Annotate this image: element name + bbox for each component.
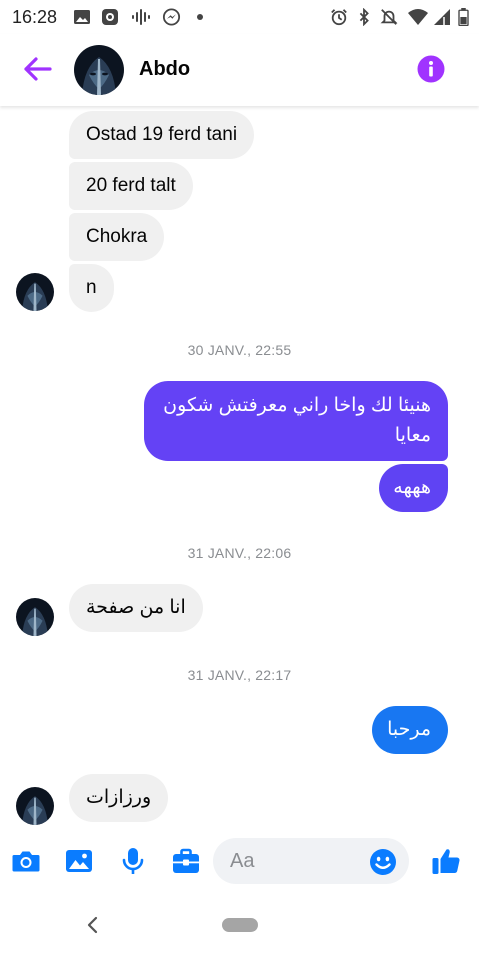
signal-icon xyxy=(434,9,450,25)
message-bubble-outgoing[interactable]: مرحبا xyxy=(372,706,448,754)
message-input-placeholder: Aa xyxy=(230,850,255,872)
image-icon xyxy=(74,10,90,24)
alarm-icon xyxy=(331,9,347,26)
nav-home-pill[interactable] xyxy=(222,918,258,932)
status-bar: 16:28 xyxy=(0,0,479,34)
wifi-icon xyxy=(408,9,428,25)
avatar-image xyxy=(16,273,54,311)
message-bubble-outgoing[interactable]: هههه xyxy=(379,464,448,512)
briefcase-icon[interactable] xyxy=(170,845,202,877)
timestamp-divider: 31 JANV., 22:17 xyxy=(187,667,292,683)
messenger-icon xyxy=(162,8,181,26)
message-bubble-outgoing[interactable]: هنيئا لك واخا راني معرفتش شكون معايا xyxy=(144,381,448,461)
message-text: n xyxy=(86,277,97,298)
system-navigation-bar xyxy=(0,896,479,959)
conversation-header: Abdo xyxy=(0,34,479,106)
message-text: 20 ferd talt xyxy=(86,175,176,196)
gallery-icon[interactable] xyxy=(63,845,95,877)
timestamp-divider: 31 JANV., 22:06 xyxy=(187,545,292,561)
message-bubble-incoming[interactable]: Ostad 19 ferd tani xyxy=(69,111,255,159)
battery-icon xyxy=(458,8,469,26)
back-arrow-icon[interactable] xyxy=(20,54,54,84)
thumbs-up-icon[interactable] xyxy=(430,845,462,877)
nav-back-icon[interactable] xyxy=(84,914,102,936)
bluetooth-icon xyxy=(359,8,369,26)
status-time: 16:28 xyxy=(12,7,58,27)
message-bubble-incoming[interactable]: n xyxy=(69,264,114,312)
camera-icon[interactable] xyxy=(10,845,42,877)
bell-off-icon xyxy=(380,9,398,25)
contact-avatar-small[interactable] xyxy=(16,787,54,825)
info-icon[interactable] xyxy=(417,55,445,83)
message-bubble-incoming[interactable]: 20 ferd talt xyxy=(69,162,193,210)
dot-icon xyxy=(197,14,203,20)
message-text: Chokra xyxy=(86,226,148,247)
message-input[interactable]: Aa xyxy=(213,838,409,884)
avatar-image xyxy=(74,45,124,95)
contact-avatar-small[interactable] xyxy=(16,273,54,311)
message-text: ورزازات xyxy=(86,787,152,808)
camera-app-icon xyxy=(102,9,118,25)
avatar-image xyxy=(16,598,54,636)
message-text-line: هنيئا لك واخا راني معرفتش شكون xyxy=(163,395,431,416)
message-composer: Aa xyxy=(0,826,479,896)
avatar-image xyxy=(16,787,54,825)
contact-avatar-small[interactable] xyxy=(16,598,54,636)
message-text: انا من صفحة xyxy=(86,597,186,618)
message-list[interactable]: Ostad 19 ferd tani 20 ferd talt Chokra n… xyxy=(0,106,479,826)
message-bubble-incoming[interactable]: انا من صفحة xyxy=(69,584,203,632)
microphone-icon[interactable] xyxy=(117,845,149,877)
contact-name[interactable]: Abdo xyxy=(139,58,190,81)
emoji-icon[interactable] xyxy=(369,848,397,876)
message-text: مرحبا xyxy=(387,719,431,740)
audio-wave-icon xyxy=(132,9,150,25)
message-bubble-incoming[interactable]: ورزازات xyxy=(69,774,169,822)
message-bubble-incoming[interactable]: Chokra xyxy=(69,213,165,261)
message-text: Ostad 19 ferd tani xyxy=(86,124,238,145)
message-text: هههه xyxy=(393,477,431,498)
contact-avatar[interactable] xyxy=(74,45,124,95)
message-text-line: معايا xyxy=(394,425,431,446)
timestamp-divider: 30 JANV., 22:55 xyxy=(187,342,292,358)
